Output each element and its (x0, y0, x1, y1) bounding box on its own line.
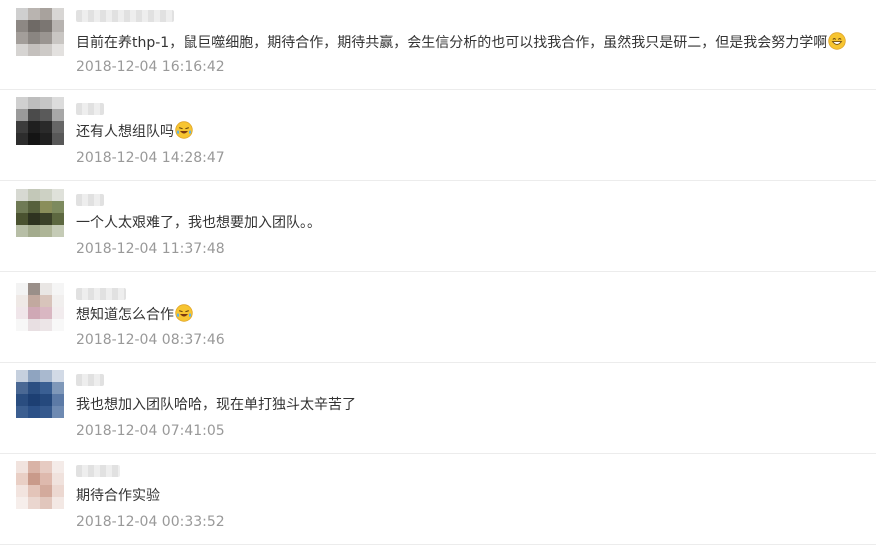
laugh-cry-emoji-icon (175, 121, 193, 139)
comment-text: 想知道怎么合作 (76, 304, 193, 325)
username-blurred[interactable] (76, 194, 104, 206)
avatar[interactable] (16, 8, 64, 56)
username-blurred[interactable] (76, 465, 120, 477)
username-blurred[interactable] (76, 103, 104, 115)
comment-item: 一个人太艰难了，我也想要加入团队。。 2018-12-04 11:37:48 (0, 181, 876, 272)
comment-timestamp: 2018-12-04 11:37:48 (76, 241, 225, 257)
grin-emoji-icon (828, 32, 846, 50)
comment-text: 目前在养thp-1，鼠巨噬细胞，期待合作，期待共赢，会生信分析的也可以找我合作，… (76, 32, 846, 53)
comment-item: 想知道怎么合作 2018-12-04 08:37:46 (0, 272, 876, 363)
comment-list: 目前在养thp-1，鼠巨噬细胞，期待合作，期待共赢，会生信分析的也可以找我合作，… (0, 0, 876, 545)
username-blurred[interactable] (76, 10, 174, 22)
comment-text: 还有人想组队吗 (76, 121, 193, 142)
comment-text: 我也想加入团队哈哈，现在单打独斗太辛苦了 (76, 397, 356, 413)
avatar[interactable] (16, 189, 64, 237)
comment-item: 还有人想组队吗 2018-12-04 14:28:47 (0, 90, 876, 181)
avatar[interactable] (16, 461, 64, 509)
comment-timestamp: 2018-12-04 08:37:46 (76, 332, 225, 348)
comment-item: 我也想加入团队哈哈，现在单打独斗太辛苦了 2018-12-04 07:41:05 (0, 363, 876, 454)
comment-timestamp: 2018-12-04 00:33:52 (76, 514, 225, 530)
username-blurred[interactable] (76, 374, 104, 386)
comment-text: 一个人太艰难了，我也想要加入团队。。 (76, 215, 321, 231)
laugh-cry-emoji-icon (175, 304, 193, 322)
comment-text: 期待合作实验 (76, 488, 160, 504)
comment-timestamp: 2018-12-04 14:28:47 (76, 150, 225, 166)
avatar[interactable] (16, 97, 64, 145)
avatar[interactable] (16, 370, 64, 418)
comment-timestamp: 2018-12-04 16:16:42 (76, 59, 225, 75)
comment-item: 期待合作实验 2018-12-04 00:33:52 (0, 454, 876, 545)
avatar[interactable] (16, 283, 64, 331)
username-blurred[interactable] (76, 288, 126, 300)
comment-item: 目前在养thp-1，鼠巨噬细胞，期待合作，期待共赢，会生信分析的也可以找我合作，… (0, 0, 876, 90)
comment-timestamp: 2018-12-04 07:41:05 (76, 423, 225, 439)
